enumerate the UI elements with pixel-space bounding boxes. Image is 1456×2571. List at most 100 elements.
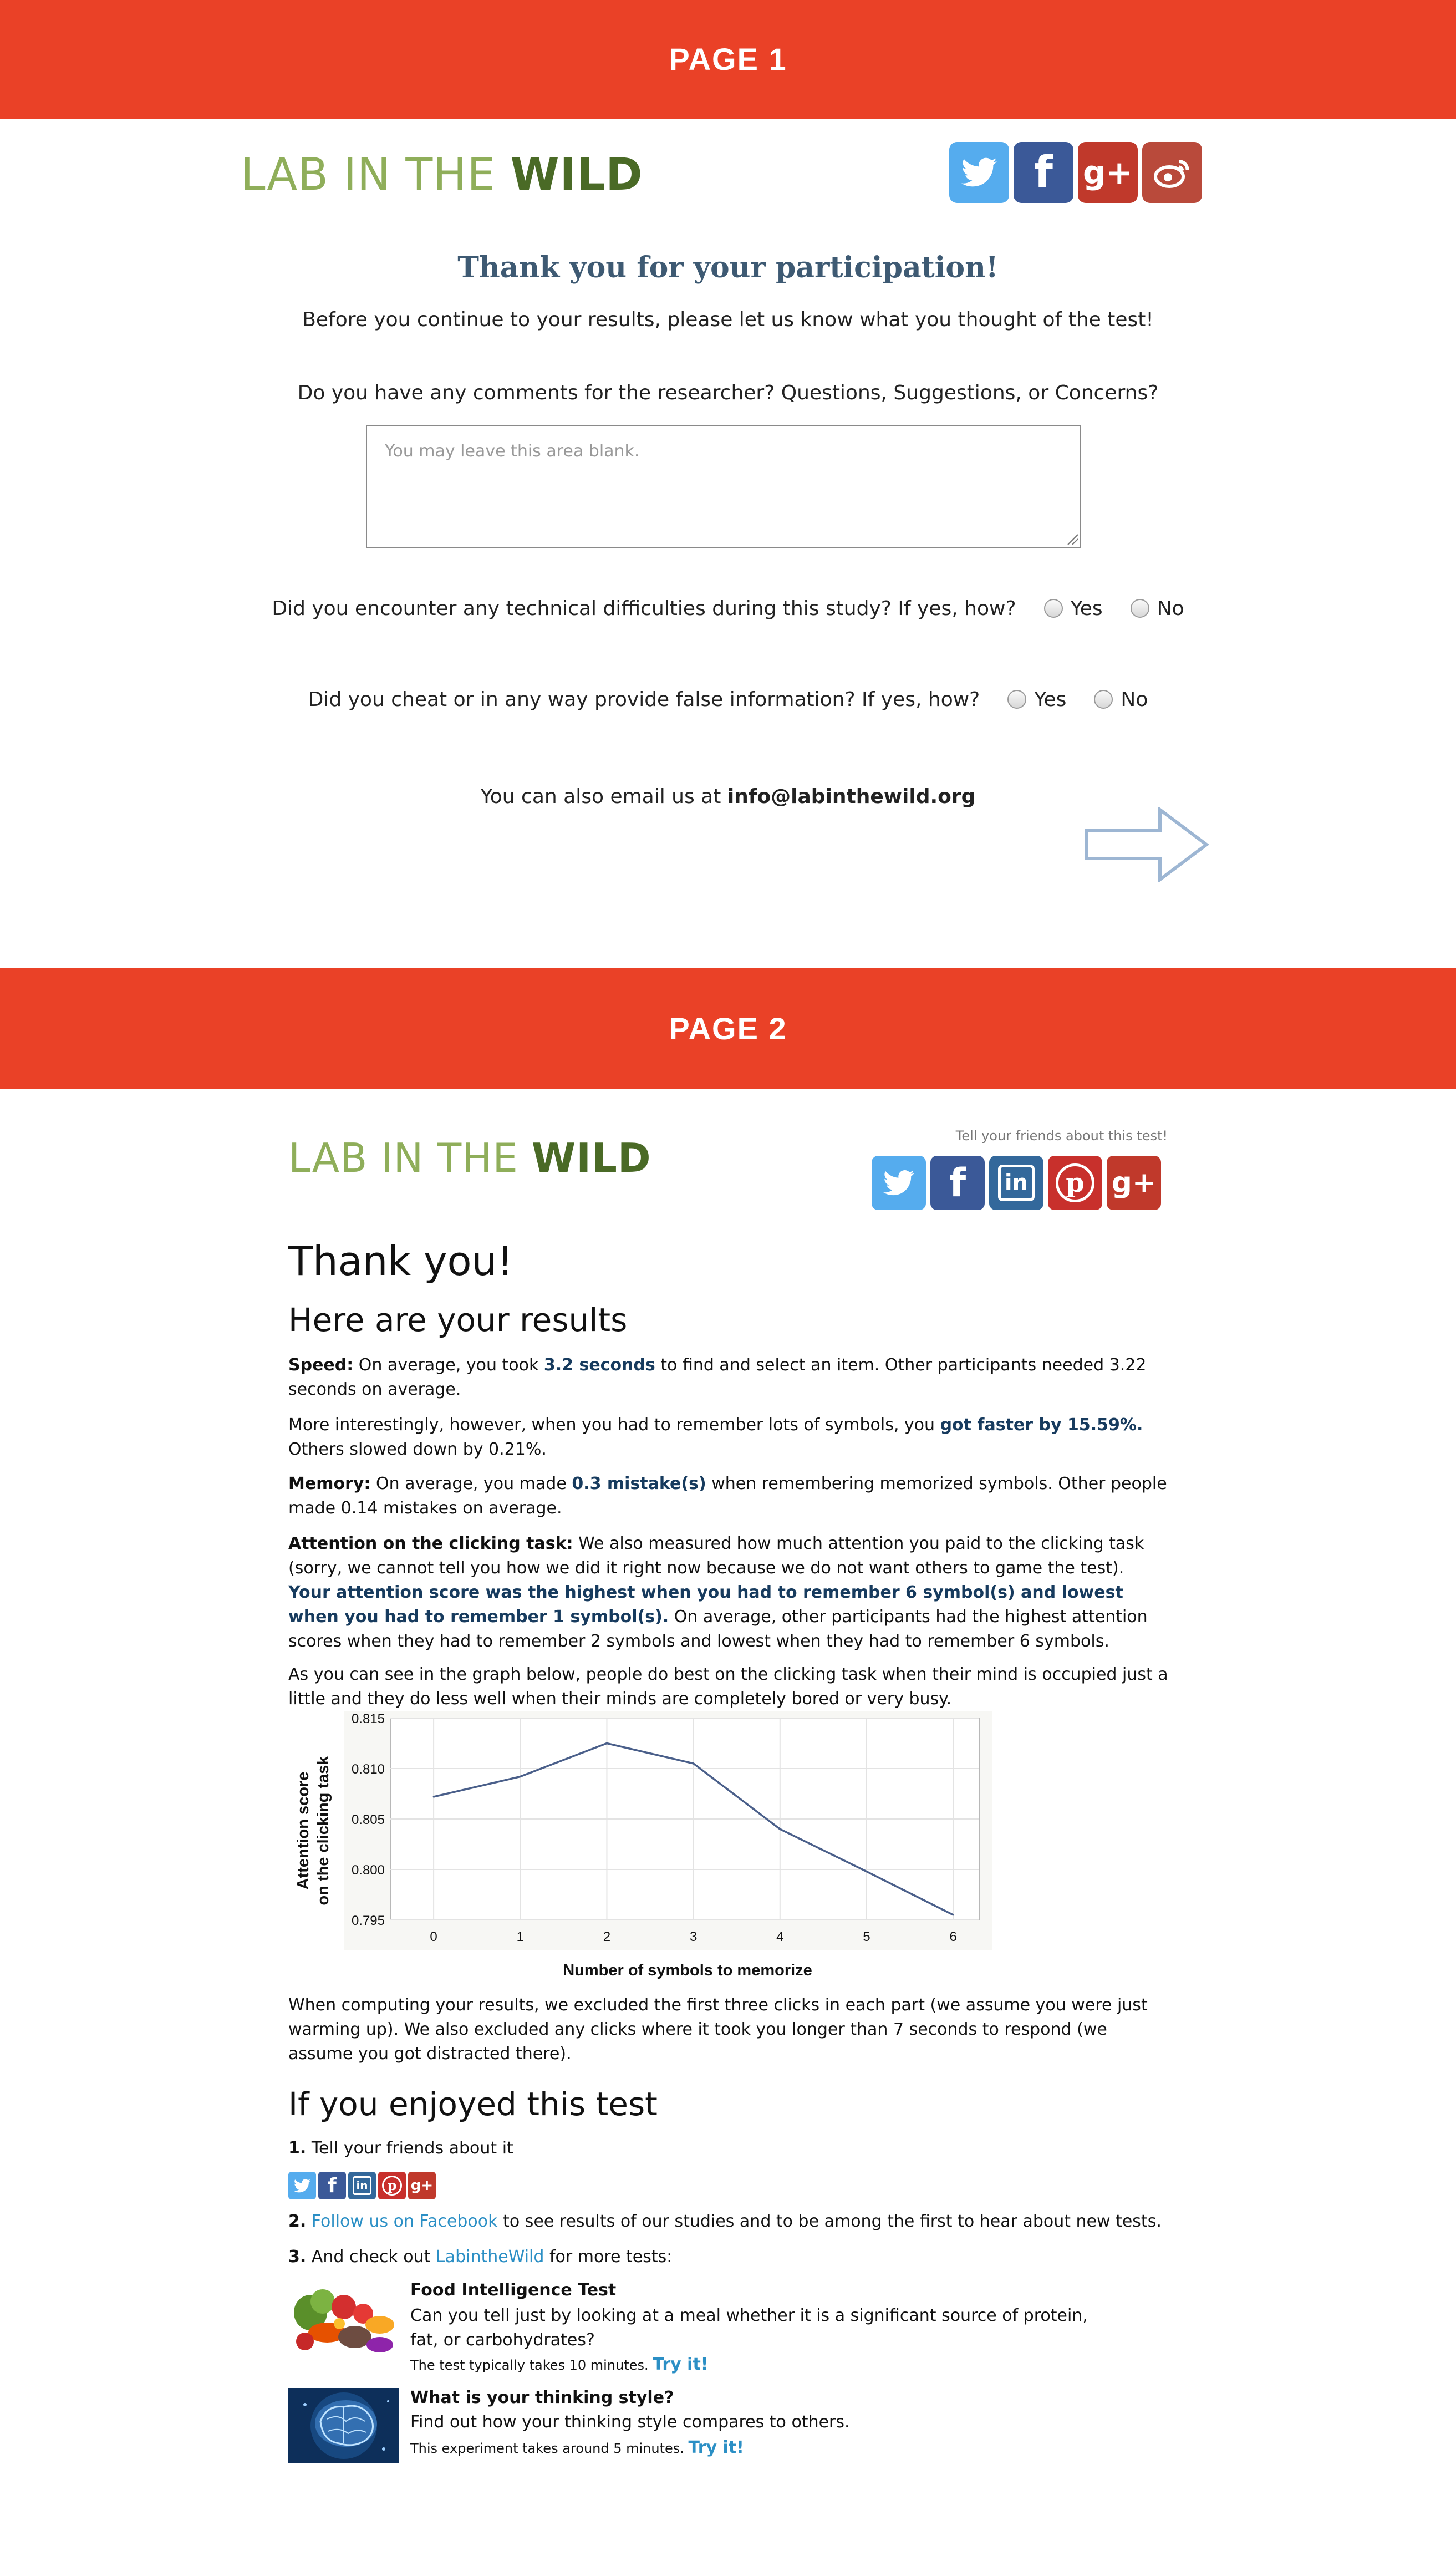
step-1-text: Tell your friends about it <box>306 2138 513 2158</box>
page2-banner: PAGE 2 <box>0 968 1456 1089</box>
logo-text-wild: WILD <box>531 1135 651 1181</box>
resize-handle-icon[interactable] <box>1065 531 1079 546</box>
thinking-test-description: Find out how your thinking style compare… <box>410 2412 850 2432</box>
food-test-image[interactable] <box>288 2279 399 2359</box>
faster-value: got faster by 15.59%. <box>940 1415 1143 1435</box>
labinthewild-logo[interactable]: LAB IN THE WILD <box>241 149 643 200</box>
labinthewild-logo[interactable]: LAB IN THE WILD <box>288 1135 651 1181</box>
google-plus-icon[interactable]: g+ <box>408 2172 436 2199</box>
food-test-try-link[interactable]: Try it! <box>653 2355 708 2374</box>
difficulties-no-radio[interactable]: No <box>1130 597 1184 620</box>
memory-label: Memory: <box>288 1474 371 1493</box>
faster-text-post: Others slowed down by 0.21%. <box>288 1440 547 1459</box>
speed-label: Speed: <box>288 1355 354 1375</box>
radio-circle[interactable] <box>1007 690 1027 709</box>
cheat-question: Did you cheat or in any way provide fals… <box>308 688 980 711</box>
linkedin-glyph: in <box>998 1165 1035 1201</box>
memory-paragraph: Memory: On average, you made 0.3 mistake… <box>288 1472 1170 1521</box>
pinterest-glyph: p <box>1056 1163 1094 1202</box>
attention-paragraph: Attention on the clicking task: We also … <box>288 1532 1170 1654</box>
step-2: 2. Follow us on Facebook to see results … <box>288 2209 1170 2234</box>
weibo-icon[interactable] <box>1142 142 1202 203</box>
linkedin-glyph: in <box>353 2176 371 2195</box>
speed-value: 3.2 seconds <box>543 1355 655 1375</box>
page1-title: Thank you for your participation! <box>457 251 999 284</box>
chart-data-point <box>432 1796 435 1798</box>
step-3-number: 3. <box>288 2247 307 2267</box>
small-share-icons: f in p g+ <box>288 2172 436 2199</box>
speed-paragraph: Speed: On average, you took 3.2 seconds … <box>288 1353 1170 1402</box>
thinking-test-title[interactable]: What is your thinking style? <box>410 2388 674 2407</box>
pinterest-icon[interactable]: p <box>378 2172 406 2199</box>
radio-circle[interactable] <box>1130 599 1149 618</box>
thinking-test-duration: This experiment takes around 5 minutes. <box>410 2441 684 2456</box>
logo-text-wild: WILD <box>510 149 643 200</box>
step-2-text: to see results of our studies and to be … <box>497 2212 1162 2231</box>
chart-data-point <box>779 1828 781 1830</box>
difficulties-question: Did you encounter any technical difficul… <box>272 597 1016 620</box>
thinking-test-meta: This experiment takes around 5 minutes. … <box>410 2438 744 2457</box>
labinthewild-link[interactable]: LabintheWild <box>436 2247 544 2267</box>
logo-text-lab: LAB IN THE <box>288 1135 532 1181</box>
memory-value: 0.3 mistake(s) <box>572 1474 706 1493</box>
linkedin-icon[interactable]: in <box>348 2172 376 2199</box>
enjoyed-heading: If you enjoyed this test <box>288 2085 658 2123</box>
comments-textarea[interactable]: You may leave this area blank. <box>366 425 1081 548</box>
facebook-icon[interactable]: f <box>930 1156 985 1210</box>
chart-data-point <box>693 1762 695 1765</box>
radio-label-no: No <box>1121 688 1148 711</box>
chart-ytick-label: 0.815 <box>352 1711 385 1726</box>
email-line: You can also email us at info@labinthewi… <box>0 785 1456 808</box>
chart-data-point <box>605 1742 608 1744</box>
page1-intro: Before you continue to your results, ple… <box>302 308 1154 331</box>
chart-data-point <box>866 1871 868 1873</box>
step-3: 3. And check out LabintheWild for more t… <box>288 2245 1170 2269</box>
step-2-number: 2. <box>288 2212 307 2231</box>
faster-text-pre: More interestingly, however, when you ha… <box>288 1415 940 1435</box>
comments-placeholder: You may leave this area blank. <box>385 441 640 461</box>
cheat-no-radio[interactable]: No <box>1094 688 1148 711</box>
excluded-note: When computing your results, we excluded… <box>288 1995 1148 2064</box>
email-prefix: You can also email us at <box>480 785 727 808</box>
chart-xtick-label: 5 <box>863 1929 870 1944</box>
chart-ytick-label: 0.810 <box>352 1762 385 1777</box>
facebook-icon[interactable]: f <box>1014 142 1073 203</box>
thank-you-heading: Thank you! <box>288 1238 513 1284</box>
page1-social-icons: f g+ <box>949 142 1202 203</box>
twitter-icon[interactable] <box>949 142 1009 203</box>
step-3-text-pre: And check out <box>306 2247 436 2267</box>
difficulties-yes-radio[interactable]: Yes <box>1043 597 1103 620</box>
chart-xtick-label: 3 <box>690 1929 697 1944</box>
attention-chart: 0.795 0.800 0.805 0.810 0.815 0 1 2 3 4 5 6 Attent… <box>294 1711 992 1979</box>
faster-paragraph: More interestingly, however, when you ha… <box>288 1413 1170 1462</box>
cheat-yes-radio[interactable]: Yes <box>1007 688 1066 711</box>
chart-ytick-label: 0.805 <box>352 1812 385 1827</box>
food-test-duration: The test typically takes 10 minutes. <box>410 2357 649 2373</box>
thinking-test-image[interactable] <box>288 2388 399 2463</box>
speed-text-pre: On average, you took <box>353 1355 544 1375</box>
radio-label-no: No <box>1157 597 1184 620</box>
thinking-test-try-link[interactable]: Try it! <box>689 2438 744 2457</box>
linkedin-icon[interactable]: in <box>989 1156 1043 1210</box>
step-3-text-post: for more tests: <box>544 2247 673 2267</box>
google-plus-icon[interactable]: g+ <box>1107 1156 1161 1210</box>
pinterest-icon[interactable]: p <box>1048 1156 1102 1210</box>
pinterest-glyph: p <box>382 2176 402 2196</box>
follow-facebook-link[interactable]: Follow us on Facebook <box>312 2212 498 2231</box>
chart-xtick-label: 0 <box>430 1929 437 1944</box>
chart-xtick-label: 2 <box>603 1929 610 1944</box>
chart-xtick-label: 6 <box>949 1929 956 1944</box>
facebook-icon[interactable]: f <box>318 2172 346 2199</box>
cheat-row: Did you cheat or in any way provide fals… <box>0 685 1456 713</box>
twitter-icon[interactable] <box>288 2172 316 2199</box>
food-test-title[interactable]: Food Intelligence Test <box>410 2280 616 2300</box>
radio-circle[interactable] <box>1094 690 1113 709</box>
attention-label: Attention on the clicking task: <box>288 1534 573 1553</box>
twitter-icon[interactable] <box>872 1156 926 1210</box>
chart-xtick-label: 4 <box>776 1929 783 1944</box>
page2-social-icons: f in p g+ <box>872 1156 1161 1210</box>
next-arrow-icon[interactable] <box>1085 807 1210 882</box>
google-plus-icon[interactable]: g+ <box>1078 142 1138 203</box>
radio-circle[interactable] <box>1043 599 1063 618</box>
email-link[interactable]: info@labinthewild.org <box>727 785 976 808</box>
